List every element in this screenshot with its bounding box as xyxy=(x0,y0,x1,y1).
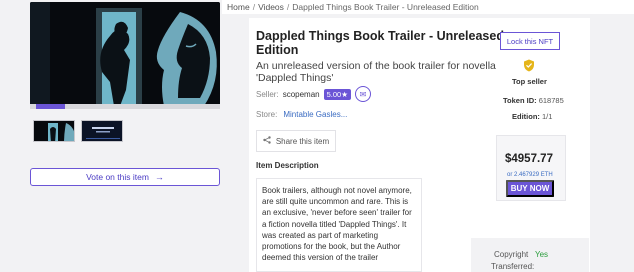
seller-name[interactable]: scopeman xyxy=(283,90,320,99)
breadcrumb-current: Dappled Things Book Trailer - Unreleased… xyxy=(292,2,479,12)
transferred-label: Transferred: xyxy=(491,262,535,271)
description-heading: Item Description xyxy=(256,161,319,170)
vote-button-label: Vote on this item xyxy=(86,172,149,182)
item-title: Dappled Things Book Trailer - Unreleased… xyxy=(256,29,504,57)
item-subtitle: An unreleased version of the book traile… xyxy=(256,60,496,84)
store-link[interactable]: Mintable Gasles... xyxy=(283,110,347,119)
lock-nft-button[interactable]: Lock this NFT xyxy=(500,32,560,50)
token-id: Token ID: 618785 xyxy=(503,96,564,105)
share-button[interactable]: Share this item xyxy=(256,130,336,152)
video-preview[interactable] xyxy=(30,2,220,106)
seller-row: Seller: scopeman 5.00★ ✉ xyxy=(256,86,371,102)
video-progress-fill xyxy=(36,104,66,109)
store-row: Store: Mintable Gasles... xyxy=(256,110,347,119)
breadcrumb-separator: / xyxy=(286,2,290,12)
edition-value: 1/1 xyxy=(542,112,553,121)
seller-label: Seller: xyxy=(256,89,279,99)
breadcrumb-home[interactable]: Home xyxy=(227,2,250,12)
copyright-value: Yes xyxy=(535,250,549,259)
trailer-artwork xyxy=(30,2,220,106)
buy-now-button[interactable]: BUY NOW xyxy=(506,180,554,197)
vote-button[interactable]: Vote on this item → xyxy=(30,168,220,186)
breadcrumb-videos[interactable]: Videos xyxy=(258,2,284,12)
shield-icon xyxy=(523,59,535,72)
price: $4957.77 xyxy=(505,153,553,165)
edition-label: Edition: xyxy=(512,112,540,121)
share-button-label: Share this item xyxy=(275,136,330,146)
top-seller-badge: Top seller xyxy=(512,77,547,86)
thumbnail-art xyxy=(82,121,122,141)
arrow-right-icon: → xyxy=(154,172,164,182)
breadcrumb-separator: / xyxy=(252,2,256,12)
token-id-value: 618785 xyxy=(538,96,564,105)
token-id-label: Token ID: xyxy=(503,96,537,105)
thumbnail-art xyxy=(34,121,74,141)
edition: Edition: 1/1 xyxy=(512,112,552,121)
copyright-label: Copyright xyxy=(494,250,529,259)
thumbnail-1[interactable] xyxy=(33,120,75,142)
store-label: Store: xyxy=(256,110,278,119)
description-text: Book trailers, although not novel anymor… xyxy=(262,186,412,263)
breadcrumb: Home / Videos / Dappled Things Book Trai… xyxy=(222,0,634,14)
eth-price: or 2.467929 ETH xyxy=(507,172,553,178)
mail-icon[interactable]: ✉ xyxy=(354,86,371,102)
page: Home / Videos / Dappled Things Book Trai… xyxy=(0,0,634,272)
thumbnail-2[interactable] xyxy=(81,120,123,142)
seller-rating-badge: 5.00★ xyxy=(323,88,351,100)
video-progress-bar[interactable] xyxy=(30,104,220,109)
description-box[interactable]: Book trailers, although not novel anymor… xyxy=(256,178,422,272)
share-icon xyxy=(263,136,271,146)
